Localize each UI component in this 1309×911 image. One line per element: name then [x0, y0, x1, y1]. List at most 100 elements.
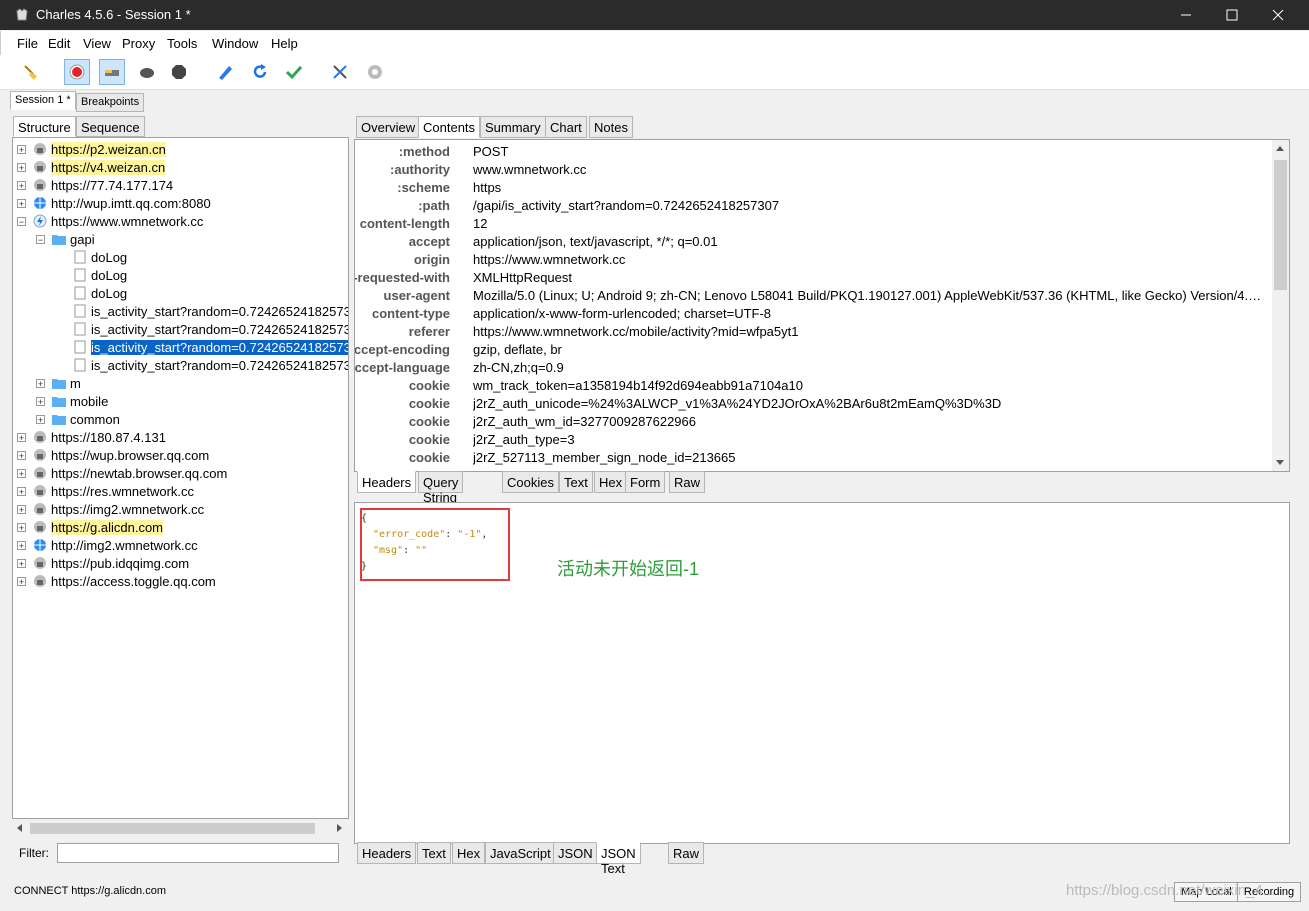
stop-button[interactable] — [166, 59, 192, 85]
header-row[interactable]: referer https://www.wmnetwork.cc/mobile/a… — [355, 324, 1270, 342]
tab-query-string[interactable]: Query String — [418, 471, 464, 505]
tab-cookies[interactable]: Cookies — [502, 471, 559, 493]
menu-tools[interactable]: Tools — [167, 36, 197, 51]
record-button[interactable] — [64, 59, 90, 85]
menu-view[interactable]: View — [83, 36, 111, 51]
header-row[interactable]: cookie j2rZ_527113_member_sign_node_id=21… — [355, 450, 1270, 468]
validate-button[interactable] — [281, 59, 307, 85]
tab-structure[interactable]: Structure — [13, 116, 76, 137]
expand-plus-icon[interactable]: + — [17, 523, 26, 533]
header-row[interactable]: :path/gapi/is_activity_start?random=0.72… — [355, 198, 1270, 216]
header-row[interactable]: cookie j2rZ_auth_type=3 — [355, 432, 1270, 450]
header-row[interactable]: accept-language zh-CN,zh;q=0.9 — [355, 360, 1270, 378]
close-button[interactable] — [1255, 0, 1301, 30]
tab-session-1[interactable]: Session 1 * — [10, 91, 76, 110]
tree-request-row-selected[interactable]: is_activity_start?random=0.7242652418257… — [73, 338, 348, 356]
tree-host-row[interactable]: + https://wup.browser.qq.com — [17, 446, 209, 464]
tab-chart[interactable]: Chart — [545, 116, 587, 138]
headers-vertical-scrollbar[interactable] — [1272, 140, 1289, 471]
tree-folder-gapi[interactable]: − gapi — [36, 230, 95, 248]
filter-input[interactable] — [57, 843, 339, 863]
tree-folder-mobile[interactable]: + mobile — [36, 392, 108, 410]
tab-request-raw[interactable]: Raw — [669, 471, 706, 493]
collapse-minus-icon[interactable]: − — [36, 235, 45, 245]
menu-edit[interactable]: Edit — [48, 36, 70, 51]
clear-session-button[interactable] — [18, 59, 44, 85]
tab-sequence[interactable]: Sequence — [76, 116, 145, 137]
tree-host-row[interactable]: + https://newtab.browser.qq.com — [17, 464, 227, 482]
tree-horizontal-scrollbar[interactable] — [12, 820, 347, 837]
tab-overview[interactable]: Overview — [356, 116, 421, 138]
header-row[interactable]: cookie j2rZ_auth_unicode=%24%3ALWCP_v1%3A… — [355, 396, 1270, 414]
tree-host-row[interactable]: + https://pub.idqqimg.com — [17, 554, 189, 572]
tab-contents[interactable]: Contents — [418, 116, 481, 138]
expand-plus-icon[interactable]: + — [17, 163, 26, 173]
menu-file[interactable]: File — [17, 36, 38, 51]
tab-notes[interactable]: Notes — [589, 116, 633, 138]
tree-request-row[interactable]: doLog — [73, 284, 127, 302]
tree-host-row[interactable]: − https://www.wmnetwork.cc — [17, 212, 203, 230]
tree-host-row[interactable]: + https://77.74.177.174 — [17, 176, 173, 194]
menu-window[interactable]: Window — [212, 36, 258, 51]
tree-request-row[interactable]: is_activity_start?random=0.7242652418257… — [73, 356, 348, 374]
expand-plus-icon[interactable]: + — [17, 199, 26, 209]
minimize-button[interactable] — [1163, 0, 1209, 30]
header-row[interactable]: x-requested-with XMLHttpRequest — [355, 270, 1270, 288]
throttle-button[interactable] — [99, 59, 125, 85]
menu-help[interactable]: Help — [271, 36, 298, 51]
tools-button[interactable] — [327, 59, 353, 85]
tree-host-row[interactable]: + http://wup.imtt.qq.com:8080 — [17, 194, 211, 212]
header-row[interactable]: :method POST — [355, 144, 1270, 162]
header-row[interactable]: cookie wm_track_token=a1358194b14f92d694e… — [355, 378, 1270, 396]
tab-summary[interactable]: Summary — [480, 116, 546, 138]
header-row[interactable]: :scheme https — [355, 180, 1270, 198]
tab-request-hex[interactable]: Hex — [594, 471, 628, 493]
turtle-button[interactable] — [134, 59, 160, 85]
expand-plus-icon[interactable]: + — [17, 505, 26, 515]
tree-host-row[interactable]: + https://img2.wmnetwork.cc — [17, 500, 204, 518]
expand-plus-icon[interactable]: + — [17, 541, 26, 551]
expand-plus-icon[interactable]: + — [17, 451, 26, 461]
settings-button[interactable] — [362, 59, 388, 85]
expand-plus-icon[interactable]: + — [17, 181, 26, 191]
menu-proxy[interactable]: Proxy — [122, 36, 155, 51]
tree-host-row[interactable]: + https://v4.weizan.cn — [17, 158, 166, 176]
expand-plus-icon[interactable]: + — [17, 469, 26, 479]
tree-request-row[interactable]: is_activity_start?random=0.7242652418257… — [73, 302, 348, 320]
tab-json[interactable]: JSON — [553, 842, 598, 864]
tree-request-row[interactable]: is_activity_start?random=0.7242652418257… — [73, 320, 348, 338]
tab-response-raw[interactable]: Raw — [668, 842, 705, 864]
header-row[interactable]: accept application/json, text/javascript,… — [355, 234, 1270, 252]
tab-response-text[interactable]: Text — [417, 842, 451, 864]
expand-plus-icon[interactable]: + — [36, 415, 45, 425]
tree-host-row[interactable]: + https://res.wmnetwork.cc — [17, 482, 194, 500]
tab-response-hex[interactable]: Hex — [452, 842, 486, 864]
maximize-button[interactable] — [1209, 0, 1255, 30]
tab-javascript[interactable]: JavaScript — [485, 842, 556, 864]
header-row[interactable]: content-type application/x-www-form-urlen… — [355, 306, 1270, 324]
collapse-minus-icon[interactable]: − — [17, 217, 26, 227]
expand-plus-icon[interactable]: + — [17, 577, 26, 587]
tree-request-row[interactable]: doLog — [73, 248, 127, 266]
compose-button[interactable] — [212, 59, 238, 85]
header-row[interactable]: origin https://www.wmnetwork.cc — [355, 252, 1270, 270]
header-row[interactable]: accept-encoding gzip, deflate, br — [355, 342, 1270, 360]
tab-response-headers[interactable]: Headers — [357, 842, 417, 864]
tree-request-row[interactable]: doLog — [73, 266, 127, 284]
header-row[interactable]: cookie j2rZ_auth_wm_id=3277009287622966 — [355, 414, 1270, 432]
expand-plus-icon[interactable]: + — [17, 487, 26, 497]
tab-breakpoints[interactable]: Breakpoints — [76, 93, 145, 112]
tab-request-headers[interactable]: Headers — [357, 471, 417, 493]
expand-plus-icon[interactable]: + — [36, 379, 45, 389]
tab-json-text[interactable]: JSON Text — [596, 842, 641, 876]
tab-request-text[interactable]: Text — [559, 471, 593, 493]
tree-host-row[interactable]: + https://access.toggle.qq.com — [17, 572, 216, 590]
tab-form[interactable]: Form — [625, 471, 666, 493]
expand-plus-icon[interactable]: + — [36, 397, 45, 407]
expand-plus-icon[interactable]: + — [17, 559, 26, 569]
tree-folder-m[interactable]: + m — [36, 374, 81, 392]
tree-host-row[interactable]: + https://g.alicdn.com — [17, 518, 163, 536]
tree-host-row[interactable]: + https://p2.weizan.cn — [17, 140, 166, 158]
expand-plus-icon[interactable]: + — [17, 433, 26, 443]
tree-host-row[interactable]: + http://img2.wmnetwork.cc — [17, 536, 198, 554]
